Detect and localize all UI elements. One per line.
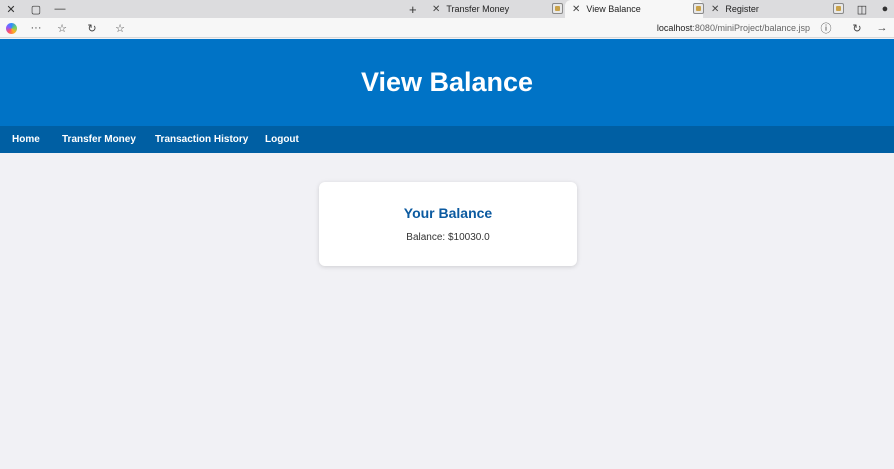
tab-thumbnail-icon [693,3,704,14]
tab-title: View Balance [586,4,641,14]
close-window-icon[interactable]: ✕ [2,0,20,18]
url-path: :8080/miniProject/balance.jsp [692,23,810,33]
add-favorite-icon[interactable]: ☆ [113,18,127,38]
balance-card: Your Balance Balance: $10030.0 [319,182,577,266]
url-host: localhost [656,23,693,33]
profile-icon[interactable]: ● [876,0,894,18]
minimize-window-icon[interactable]: — [51,0,69,18]
main-navbar: Home Transfer Money Transaction History … [0,126,894,153]
balance-row: Balance: $10030.0 [319,232,577,243]
browser-tab-strip: ✕ ▢ — + ✕ Transfer Money ✕ View Balance … [0,0,894,18]
tab-title: Register [725,4,759,14]
tab-close-icon[interactable]: ✕ [711,4,719,15]
page-title: View Balance [360,67,534,97]
tab-title: Transfer Money [446,4,510,14]
nav-logout-link[interactable]: Logout [265,126,299,153]
browser-address-bar: ··· ☆ ↻ ☆ localhost:8080/miniProject/bal… [0,18,894,38]
balance-label: Balance: [406,232,448,243]
tab-thumbnail-icon [552,3,563,14]
favorites-icon[interactable]: ☆ [55,18,69,38]
balance-value: $10030.0 [447,232,490,243]
more-options-icon[interactable]: ··· [29,18,43,38]
tab-close-icon[interactable]: ✕ [572,4,580,15]
refresh-icon[interactable]: ↻ [85,18,99,38]
site-info-icon[interactable]: ⓘ [819,18,833,38]
restore-window-icon[interactable]: ▢ [27,0,45,18]
forward-icon[interactable]: → [875,18,889,38]
tab-transfer-money[interactable]: ✕ Transfer Money [432,0,552,18]
new-tab-icon[interactable]: + [409,0,417,18]
tab-register[interactable]: ✕ Register [711,0,821,18]
tab-close-icon[interactable]: ✕ [432,4,440,15]
tab-thumbnail-icon [833,3,844,14]
balance-card-title: Your Balance [403,205,493,221]
copilot-icon[interactable] [5,18,17,38]
nav-transaction-history-link[interactable]: Transaction History [155,126,248,153]
url-field[interactable]: localhost:8080/miniProject/balance.jsp [657,18,810,38]
tab-actions-icon[interactable]: ◫ [853,0,871,18]
site-header: View Balance [0,39,894,126]
reload-icon[interactable]: ↻ [850,18,864,38]
nav-transfer-money-link[interactable]: Transfer Money [62,126,136,153]
nav-home-link[interactable]: Home [12,126,40,153]
tab-view-balance[interactable]: ✕ View Balance [565,0,703,18]
